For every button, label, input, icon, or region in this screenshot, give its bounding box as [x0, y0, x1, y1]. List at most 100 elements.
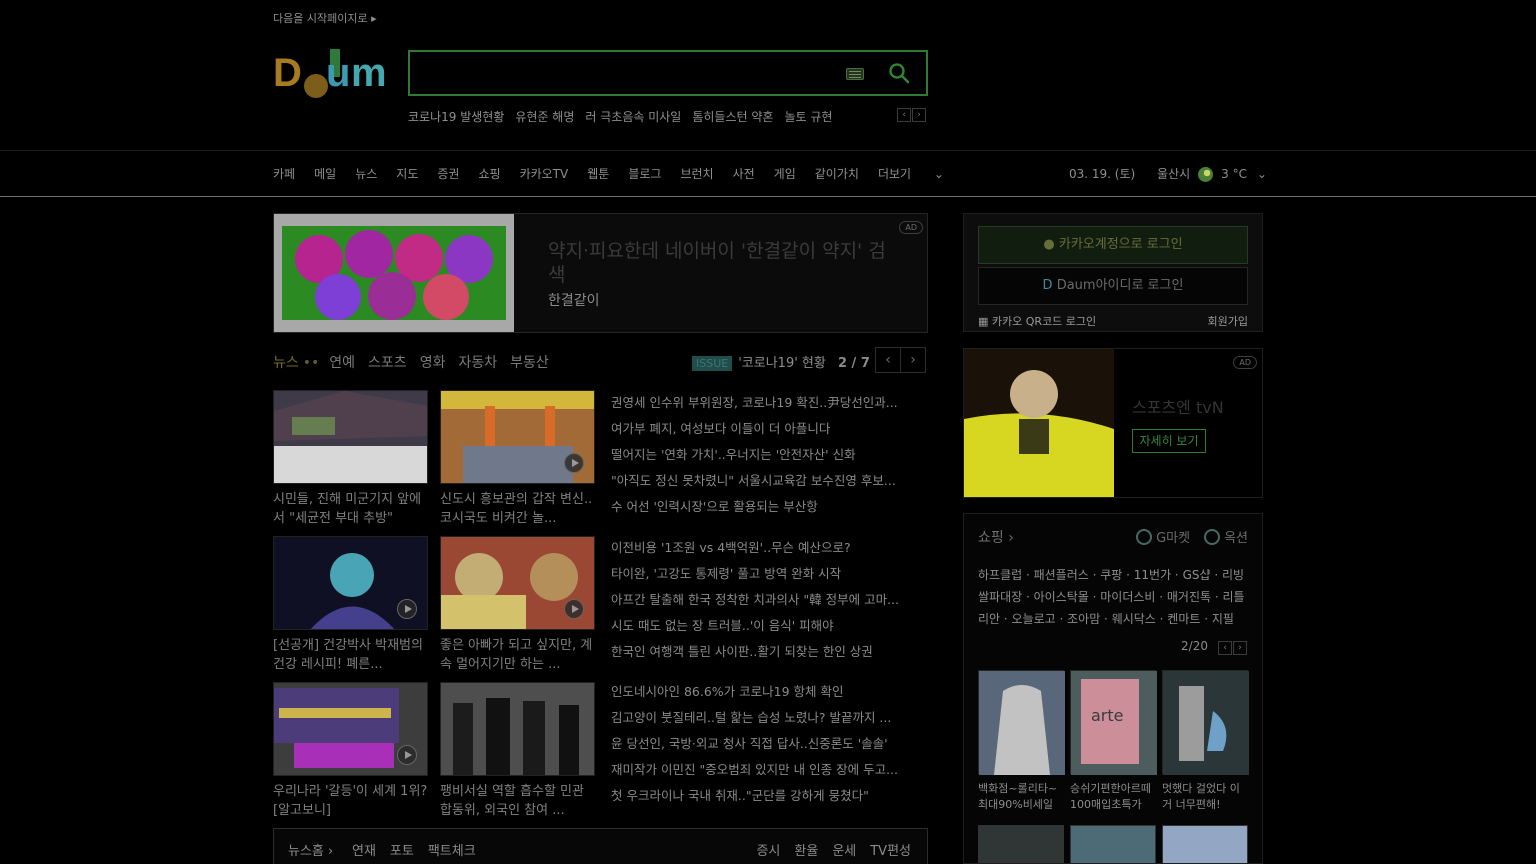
search-input[interactable] [410, 52, 830, 94]
news-thumbnail [273, 390, 428, 484]
qr-login-link[interactable]: ▦ 카카오 QR코드 로그인 [978, 313, 1096, 329]
news-factcheck-link[interactable]: 팩트체크 [428, 844, 476, 859]
nav-item-dictionary[interactable]: 사전 [733, 165, 755, 182]
chevron-left-icon[interactable]: ‹ [875, 347, 901, 373]
headline-list: 권영세 인수위 부위원장, 코로나19 확진..尹당선인과... 여가부 폐지,… [611, 390, 927, 520]
trending-item[interactable]: 러 극초음속 미사일 [585, 108, 681, 124]
headline[interactable]: 수 어선 '인력시장'으로 활용되는 부산항 [611, 494, 927, 520]
product-image[interactable] [1162, 825, 1248, 863]
search-box[interactable] [408, 50, 928, 96]
nav-item-brunch[interactable]: 브런치 [680, 165, 713, 182]
auction-link[interactable]: 옥션 [1204, 529, 1248, 546]
headline[interactable]: 아프간 탈출해 한국 정착한 치과의사 "韓 정부에 고마... [611, 587, 927, 613]
headline[interactable]: 한국인 여행객 틀린 사이판..활기 되찾는 한인 상권 [611, 639, 927, 665]
news-card[interactable]: 시민들, 진해 미군기지 앞에서 "세균전 부대 추방" [273, 390, 428, 528]
news-card[interactable]: 우리나라 '갈등'이 세계 1위?[알고보니] [273, 682, 428, 820]
news-home-link[interactable]: 뉴스홈 › [288, 844, 333, 859]
headline[interactable]: 타이완, '고강도 통제령' 풀고 방역 완화 시작 [611, 561, 927, 587]
headline[interactable]: "아직도 정신 못차렸니" 서울시교육감 보수진영 후보... [611, 468, 927, 494]
news-card[interactable]: 신도시 흥보관의 갑작 변신..코시국도 비켜간 놀... [440, 390, 595, 528]
nav-item-blog[interactable]: 블로그 [628, 165, 661, 182]
play-icon [397, 745, 417, 765]
temperature-label: 3 °C [1221, 167, 1247, 181]
product-image[interactable] [1070, 825, 1156, 863]
news-photo-link[interactable]: 포토 [390, 844, 414, 859]
headline[interactable]: 재미작가 이민진 "증오범죄 있지만 내 인종 장에 두고... [611, 757, 927, 783]
news-tabs: 뉴스 •• 연예 스포츠 영화 자동차 부동산 [273, 352, 562, 372]
issue-topic[interactable]: '코로나19' 현황 [738, 356, 826, 371]
headline[interactable]: 여가부 폐지, 여성보다 이들이 더 아플니다 [611, 416, 927, 442]
headline[interactable]: 시도 때도 없는 장 트러블..'이 음식' 피해야 [611, 613, 927, 639]
nav-item-game[interactable]: 게임 [774, 165, 796, 182]
tab-movie[interactable]: 영화 [420, 352, 446, 372]
news-serial-link[interactable]: 연재 [352, 844, 376, 859]
chevron-left-icon[interactable]: ‹ [897, 108, 911, 122]
tv-guide-link[interactable]: TV편성 [870, 844, 911, 859]
tab-realestate[interactable]: 부동산 [510, 352, 549, 372]
trending-item[interactable]: 코로나19 발생현황 [408, 108, 504, 124]
date-label: 03. 19. (토) [1069, 167, 1136, 181]
keyboard-icon[interactable] [846, 68, 864, 80]
nav-item-together[interactable]: 같이가치 [815, 165, 859, 182]
shopping-links[interactable]: 하프클럽 · 패션플러스 · 쿠팡 · 11번가 · GS샵 · 리빙쌀파대장 … [978, 564, 1253, 630]
chevron-right-icon[interactable]: › [900, 347, 926, 373]
news-card[interactable]: [선공개] 건강박사 박재범의 건강 레시피! 폐른... [273, 536, 428, 674]
weather-widget[interactable]: 03. 19. (토) 울산시 3 °C ⌄ [1069, 165, 1267, 182]
news-thumbnail [440, 536, 595, 630]
headline[interactable]: 이전비용 '1조원 vs 4백억원'..무슨 예산으로? [611, 535, 927, 561]
headline[interactable]: 권영세 인수위 부위원장, 코로나19 확진..尹당선인과... [611, 390, 927, 416]
search-button[interactable] [888, 62, 910, 84]
product-card[interactable]: arte 승쉬기편한아르떼 100매입초특가 [1070, 670, 1157, 813]
shopping-title[interactable]: 쇼핑 › [978, 527, 1014, 547]
tab-news[interactable]: 뉴스 [273, 352, 299, 372]
exchange-link[interactable]: 환율 [794, 844, 818, 859]
nav-item-webtoon[interactable]: 웹툰 [587, 165, 609, 182]
headline[interactable]: 김고양이 붓질테리..털 핥는 습성 노렸나? 발끝까지 ... [611, 705, 927, 731]
trending-item[interactable]: 톰히들스턴 약혼 [692, 108, 773, 124]
nav-item-cafe[interactable]: 카페 [273, 165, 295, 182]
product-card[interactable]: 백화점~롤리타~최대90%비세일 [978, 670, 1065, 813]
ad-banner[interactable]: 약지·피요한데 네이버이 '한결같이 약지' 검색 한결같이 AD [273, 213, 928, 333]
chevron-right-icon[interactable]: › [1233, 641, 1247, 655]
fortune-link[interactable]: 운세 [832, 844, 856, 859]
product-caption: 멋했다 걸었다 이거 너무편해! [1162, 782, 1240, 811]
kakao-login-button[interactable]: ● 카카오계정으로 로그인 [978, 226, 1248, 264]
headline-list: 이전비용 '1조원 vs 4백억원'..무슨 예산으로? 타이완, '고강도 통… [611, 535, 927, 665]
headline[interactable]: 인도네시아인 86.6%가 코로나19 항체 확인 [611, 679, 927, 705]
news-pager: ‹ › [875, 347, 926, 373]
headline[interactable]: 첫 우크라이나 국내 취재.."군단를 강하게 뭉쳤다" [611, 783, 927, 809]
news-card[interactable]: 좋은 아빠가 되고 싶지만, 계속 멀어지기만 하는 ... [440, 536, 595, 674]
signup-link[interactable]: 회원가입 [1208, 313, 1248, 329]
stock-link[interactable]: 증시 [756, 844, 780, 859]
sports-ad[interactable]: AD 스포츠엔 tvN 자세히 보기 [963, 348, 1263, 498]
product-image[interactable] [978, 825, 1064, 863]
nav-item-map[interactable]: 지도 [396, 165, 418, 182]
news-card[interactable]: 팽비서실 역할 흡수할 민관합동위, 외국인 참여 ... [440, 682, 595, 820]
search-icon [889, 63, 910, 84]
tab-sports[interactable]: 스포츠 [368, 352, 407, 372]
start-page-link[interactable]: 다음을 시작페이지로 ▸ [273, 10, 377, 26]
trending-item[interactable]: 놀토 규현 [784, 108, 832, 124]
headline[interactable]: 윤 당선인, 국방·외교 청사 직접 답사..신중론도 '솔솔' [611, 731, 927, 757]
tab-car[interactable]: 자동차 [458, 352, 497, 372]
gmarket-link[interactable]: G마켓 [1136, 529, 1190, 546]
daum-logo[interactable]: D u m [273, 48, 391, 100]
service-menu: 카페 메일 뉴스 지도 증권 쇼핑 카카오TV 웹툰 블로그 브런치 사전 게임 같이가치 더보기 ⌄ [273, 165, 982, 182]
nav-item-shopping[interactable]: 쇼핑 [478, 165, 500, 182]
trending-item[interactable]: 유현준 해명 [515, 108, 574, 124]
issue-bar: ISSUE '코로나19' 현황 2 / 7 [692, 352, 870, 371]
product-card[interactable]: 멋했다 걸었다 이거 너무편해! [1162, 670, 1249, 813]
tab-entertainment[interactable]: 연예 [329, 352, 355, 372]
headline[interactable]: 떨어지는 '연화 가치'..우너지는 '안전자산' 신화 [611, 442, 927, 468]
chevron-left-icon[interactable]: ‹ [1218, 641, 1232, 655]
nav-item-kakaotv[interactable]: 카카오TV [520, 165, 569, 182]
product-image [1162, 670, 1249, 775]
nav-item-stock[interactable]: 증권 [437, 165, 459, 182]
chevron-down-icon: ⌄ [1256, 167, 1267, 181]
nav-item-news[interactable]: 뉴스 [355, 165, 377, 182]
chevron-right-icon[interactable]: › [912, 108, 926, 122]
sports-ad-button[interactable]: 자세히 보기 [1132, 429, 1206, 453]
nav-item-more[interactable]: 더보기 ⌄ [878, 165, 963, 182]
nav-item-mail[interactable]: 메일 [314, 165, 336, 182]
daum-login-button[interactable]: D Daum아이디로 로그인 [978, 267, 1248, 305]
